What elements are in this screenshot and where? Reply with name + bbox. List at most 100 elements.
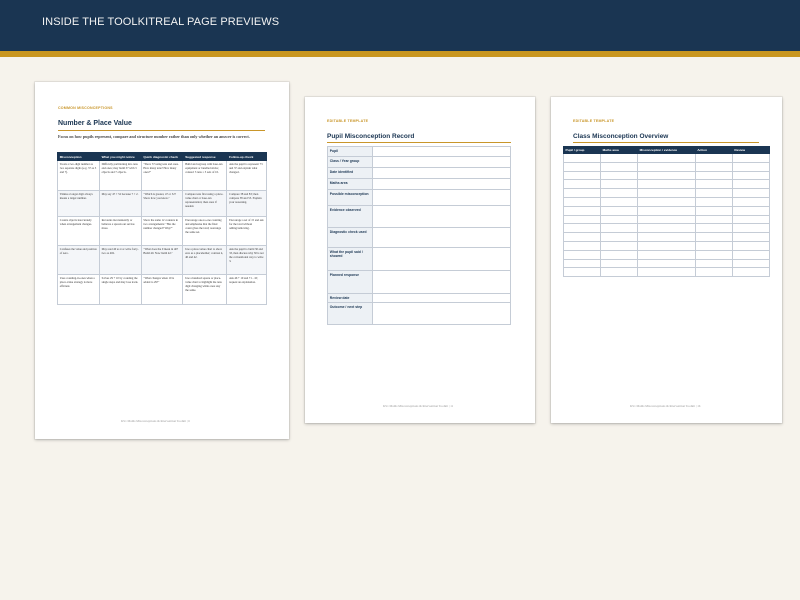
table-cell[interactable] — [695, 189, 732, 198]
table-cell[interactable] — [638, 162, 696, 171]
table-cell[interactable] — [638, 215, 696, 224]
form-field[interactable] — [373, 271, 511, 294]
table-cell: Encourage a set of 15 and ask for the to… — [227, 217, 267, 246]
form-field[interactable] — [373, 147, 511, 157]
table-cell[interactable] — [695, 197, 732, 206]
table-cell[interactable] — [601, 180, 638, 189]
table-cell[interactable] — [732, 250, 769, 259]
table-cell[interactable] — [695, 162, 732, 171]
table-cell[interactable] — [732, 162, 769, 171]
table-cell[interactable] — [695, 206, 732, 215]
table-cell[interactable] — [601, 250, 638, 259]
table-cell[interactable] — [732, 215, 769, 224]
page-footer: KS1 Maths Misconceptions & Intervention … — [630, 404, 700, 408]
table-cell[interactable] — [564, 171, 601, 180]
form-field[interactable] — [373, 228, 511, 248]
table-cell[interactable] — [638, 154, 696, 163]
table-cell[interactable] — [564, 259, 601, 268]
table-cell[interactable] — [695, 259, 732, 268]
table-cell[interactable] — [638, 241, 696, 250]
table-cell[interactable] — [732, 241, 769, 250]
table-cell: Show the same 12 counters in two arrange… — [141, 217, 183, 246]
form-field[interactable] — [373, 206, 511, 228]
table-cell[interactable] — [695, 224, 732, 233]
table-cell[interactable] — [695, 171, 732, 180]
table-cell[interactable] — [564, 154, 601, 163]
form-field[interactable] — [373, 168, 511, 179]
table-cell[interactable] — [564, 233, 601, 242]
page-footer: KS1 Maths Misconceptions & Intervention … — [383, 404, 453, 408]
table-cell[interactable] — [732, 259, 769, 268]
table-cell[interactable] — [564, 241, 601, 250]
table-cell[interactable] — [638, 250, 696, 259]
table-cell[interactable] — [601, 171, 638, 180]
table-cell[interactable] — [601, 197, 638, 206]
table-cell[interactable] — [564, 215, 601, 224]
table-cell[interactable] — [564, 206, 601, 215]
table-cell[interactable] — [732, 206, 769, 215]
table-cell[interactable] — [732, 224, 769, 233]
form-label: Planned response — [328, 271, 373, 294]
form-field[interactable] — [373, 179, 511, 190]
table-cell[interactable] — [695, 241, 732, 250]
table-cell[interactable] — [564, 189, 601, 198]
table-cell[interactable] — [564, 224, 601, 233]
table-cell[interactable] — [732, 180, 769, 189]
table-cell: Use a place-value chart to show zero as … — [183, 246, 227, 275]
table-cell[interactable] — [638, 206, 696, 215]
form-label: What the pupil said / showed — [328, 248, 373, 271]
table-cell[interactable] — [695, 180, 732, 189]
table-row — [564, 259, 770, 268]
table-cell[interactable] — [638, 180, 696, 189]
table-cell[interactable] — [638, 268, 696, 277]
table-cell[interactable] — [638, 233, 696, 242]
table-cell[interactable] — [601, 189, 638, 198]
form-field[interactable] — [373, 157, 511, 168]
table-cell[interactable] — [732, 189, 769, 198]
table-cell[interactable] — [695, 268, 732, 277]
table-cell[interactable] — [601, 206, 638, 215]
table-row — [564, 180, 770, 189]
table-cell[interactable] — [564, 180, 601, 189]
table-cell[interactable] — [564, 250, 601, 259]
table-cell[interactable] — [564, 268, 601, 277]
table-cell[interactable] — [601, 154, 638, 163]
table-cell[interactable] — [732, 268, 769, 277]
form-field[interactable] — [373, 303, 511, 325]
table-cell[interactable] — [601, 215, 638, 224]
table-cell[interactable] — [695, 215, 732, 224]
table-cell[interactable] — [732, 171, 769, 180]
table-cell[interactable] — [601, 224, 638, 233]
table-cell[interactable] — [695, 250, 732, 259]
table-cell[interactable] — [601, 268, 638, 277]
form-field[interactable] — [373, 190, 511, 206]
table-cell[interactable] — [638, 224, 696, 233]
table-cell[interactable] — [601, 259, 638, 268]
table-cell: Build and regroup with base-ten equipmen… — [183, 161, 227, 191]
table-cell[interactable] — [638, 259, 696, 268]
form-field[interactable] — [373, 294, 511, 303]
table-row — [564, 171, 770, 180]
table-cell[interactable] — [638, 171, 696, 180]
table-cell[interactable] — [695, 233, 732, 242]
table-cell[interactable] — [732, 233, 769, 242]
table-row: Uses counting-in-ones when a place-value… — [58, 275, 267, 305]
table-cell[interactable] — [564, 197, 601, 206]
table-cell[interactable] — [564, 162, 601, 171]
table-cell: Treats a two-digit number as two separat… — [58, 161, 100, 191]
table-cell[interactable] — [732, 154, 769, 163]
table-cell[interactable] — [601, 233, 638, 242]
table-row — [564, 154, 770, 163]
table-cell: Compare 38 and 83; then compare 58 and 5… — [227, 191, 267, 217]
table-cell[interactable] — [695, 154, 732, 163]
table-cell[interactable] — [601, 241, 638, 250]
table-cell: "What does the 0 mean in 40? Build 40. N… — [141, 246, 183, 275]
form-row: What the pupil said / showed — [328, 248, 511, 271]
form-label: Pupil — [328, 147, 373, 157]
form-label: Review date — [328, 294, 373, 303]
table-cell[interactable] — [601, 162, 638, 171]
table-cell[interactable] — [638, 197, 696, 206]
table-cell[interactable] — [732, 197, 769, 206]
table-cell[interactable] — [638, 189, 696, 198]
form-field[interactable] — [373, 248, 511, 271]
